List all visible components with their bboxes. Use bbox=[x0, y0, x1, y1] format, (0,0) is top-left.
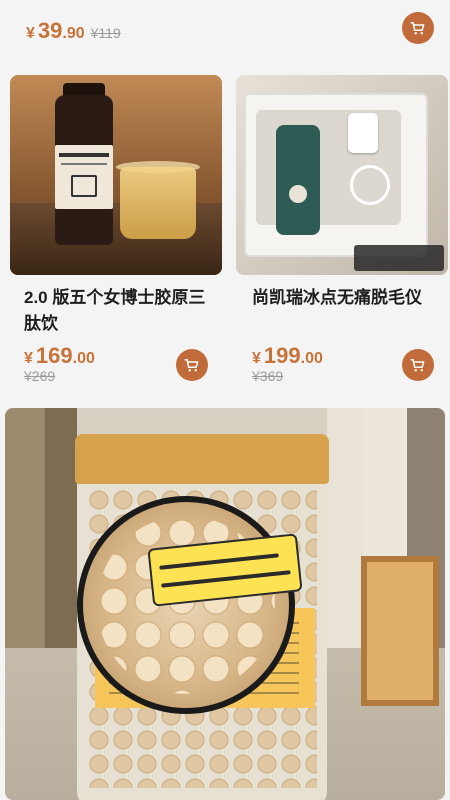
product-price: ¥ 199 .00 bbox=[252, 343, 323, 369]
product-feed: ¥ 39 .90 ¥119 2.0 版五个女博士胶原三肽饮 ¥ 169 .00 bbox=[0, 0, 450, 800]
original-price: ¥269 bbox=[24, 368, 56, 384]
original-price: ¥369 bbox=[252, 368, 284, 384]
shopping-cart-icon bbox=[184, 359, 199, 372]
shopping-cart-icon bbox=[410, 22, 425, 35]
product-image-ipl-device[interactable] bbox=[236, 75, 448, 275]
product-card[interactable]: 尚凯瑞冰点无痛脱毛仪 ¥ 199 .00 ¥369 bbox=[236, 75, 448, 395]
top-price: ¥ 39 .90 ¥119 bbox=[26, 18, 121, 44]
product-image-bean-jar[interactable] bbox=[5, 408, 445, 800]
add-to-cart-button[interactable] bbox=[402, 349, 434, 381]
product-name[interactable]: 2.0 版五个女博士胶原三肽饮 bbox=[24, 285, 214, 337]
add-to-cart-button[interactable] bbox=[402, 12, 434, 44]
price-decimal: .00 bbox=[300, 350, 323, 367]
product-price: ¥ 169 .00 bbox=[24, 343, 95, 369]
price-integer: 199 bbox=[263, 343, 301, 368]
price-integer: 39 bbox=[37, 18, 63, 43]
original-price: ¥119 bbox=[90, 25, 121, 41]
top-product-row: ¥ 39 .90 ¥119 bbox=[0, 0, 450, 60]
shopping-cart-icon bbox=[410, 359, 425, 372]
add-to-cart-button[interactable] bbox=[176, 349, 208, 381]
product-card[interactable]: 2.0 版五个女博士胶原三肽饮 ¥ 169 .00 ¥269 bbox=[10, 75, 222, 395]
price-decimal: .00 bbox=[72, 350, 95, 367]
currency-symbol: ¥ bbox=[24, 350, 33, 367]
product-image-collagen-drink[interactable] bbox=[10, 75, 222, 275]
currency-symbol: ¥ bbox=[252, 350, 261, 367]
product-name[interactable]: 尚凯瑞冰点无痛脱毛仪 bbox=[252, 285, 442, 311]
price-integer: 169 bbox=[35, 343, 73, 368]
price-decimal: .90 bbox=[62, 25, 85, 42]
product-card[interactable] bbox=[5, 408, 445, 800]
currency-symbol: ¥ bbox=[26, 25, 35, 42]
